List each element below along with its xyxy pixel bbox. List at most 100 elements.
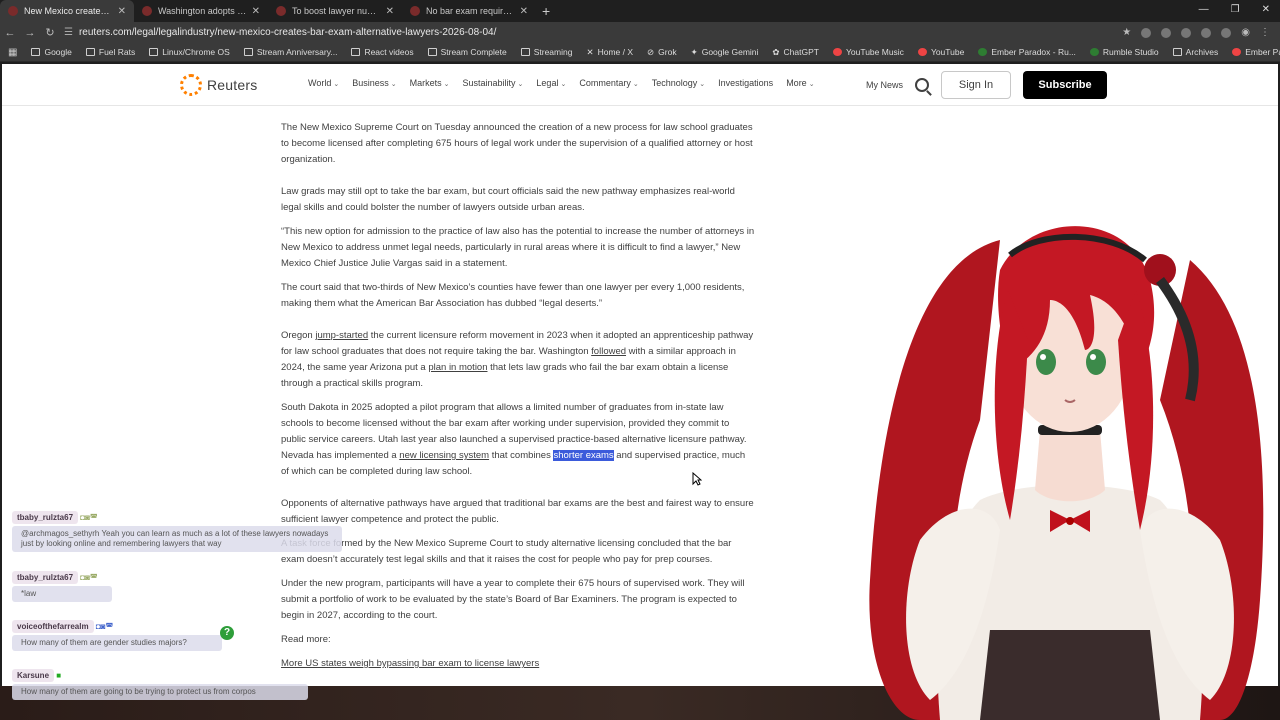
nav-business[interactable]: Business ⌄	[352, 78, 396, 88]
bookmark-item[interactable]: ✕ Home / X	[586, 47, 633, 58]
chevron-down-icon: ⌄	[443, 81, 450, 88]
read-more-link[interactable]: More US states weigh bypassing bar exam …	[281, 656, 755, 672]
forward-icon[interactable]: →	[20, 27, 40, 39]
bookmark-item[interactable]: Stream Complete	[427, 47, 507, 57]
grok-icon: ⊘	[647, 46, 655, 57]
bookmark-item[interactable]: Streaming	[520, 47, 572, 57]
bookmark-item[interactable]: Google	[31, 47, 72, 57]
chat-message: Karsune ■ How many of them are going to …	[12, 669, 308, 700]
chat-message: tbaby_rulzta67 ◘◙◚ *law	[12, 571, 112, 602]
bookmark-item[interactable]: YouTube	[917, 47, 964, 57]
close-tab-icon[interactable]: ✕	[252, 6, 260, 17]
minimize-icon[interactable]: —	[1199, 4, 1209, 15]
chevron-down-icon: ⌄	[333, 81, 340, 88]
tab-title: To boost lawyer numbers in 'le	[292, 6, 382, 16]
search-icon[interactable]	[915, 78, 930, 92]
bookmark-label: Home / X	[597, 47, 634, 57]
extension-icon[interactable]	[1201, 27, 1212, 38]
bookmark-label: Google Gemini	[701, 47, 759, 57]
close-tab-icon[interactable]: ✕	[520, 6, 528, 17]
extension-icon[interactable]	[1161, 27, 1172, 38]
bookmark-item[interactable]: Stream Anniversary...	[243, 47, 337, 57]
article-paragraph: Law grads may still opt to take the bar …	[281, 186, 735, 213]
mouse-cursor-icon	[692, 472, 702, 486]
extension-icon[interactable]	[1141, 27, 1152, 38]
folder-icon	[31, 48, 41, 56]
article-paragraph: Opponents of alternative pathways have a…	[281, 498, 754, 525]
reuters-favicon-icon	[276, 6, 286, 16]
reuters-logo[interactable]: Reuters	[180, 74, 257, 96]
nav-more[interactable]: More ⌄	[786, 78, 814, 88]
bookmark-item[interactable]: Archives	[1172, 47, 1218, 57]
bookmark-item[interactable]: Fuel Rats	[85, 47, 136, 57]
tab-active[interactable]: New Mexico creates bar e ✕	[0, 0, 134, 22]
read-more-label: Read more:	[281, 634, 331, 645]
chat-text: How many of them are gender studies majo…	[12, 635, 222, 651]
tab-title: New Mexico creates bar e	[24, 6, 114, 16]
chat-text: *law	[12, 586, 112, 602]
bookmark-item[interactable]: ✿ ChatGPT	[772, 47, 819, 58]
header-actions: My News Sign In Subscribe	[866, 71, 1108, 99]
bookmark-item[interactable]: ⊘ Grok	[647, 47, 677, 58]
nav-technology[interactable]: Technology ⌄	[652, 78, 705, 88]
folder-icon	[243, 48, 253, 56]
article-paragraph: Oregon jump-started the current licensur…	[281, 328, 755, 392]
bookmark-item[interactable]: Linux/Chrome OS	[149, 47, 230, 57]
bookmark-item[interactable]: Ember Paradox	[1232, 47, 1280, 57]
jump-started-link[interactable]: jump-started	[315, 330, 368, 341]
nav-label: More	[786, 78, 807, 88]
reuters-favicon-icon	[142, 6, 152, 16]
bookmark-star-icon[interactable]: ★	[1122, 27, 1131, 38]
extension-icon[interactable]	[1221, 27, 1232, 38]
nav-markets[interactable]: Markets ⌄	[410, 78, 450, 88]
reuters-favicon-icon	[8, 6, 18, 16]
my-news-link[interactable]: My News	[866, 80, 903, 90]
new-tab-icon[interactable]: +	[542, 3, 550, 19]
plan-in-motion-link[interactable]: plan in motion	[428, 362, 487, 373]
new-licensing-system-link[interactable]: new licensing system	[399, 450, 489, 461]
folder-icon	[85, 48, 95, 56]
bookmark-item[interactable]: React videos	[351, 47, 414, 57]
bookmark-item[interactable]: ✦ Google Gemini	[691, 47, 759, 58]
nav-legal[interactable]: Legal ⌄	[536, 78, 566, 88]
reload-icon[interactable]: ↻	[40, 26, 60, 39]
bookmark-item[interactable]: YouTube Music	[832, 47, 904, 57]
close-window-icon[interactable]: ✕	[1262, 4, 1270, 15]
nav-commentary[interactable]: Commentary ⌄	[579, 78, 638, 88]
tab[interactable]: Washington adopts new lawye ✕	[134, 0, 268, 22]
subscribe-button[interactable]: Subscribe	[1023, 71, 1108, 99]
bookmark-item[interactable]: Rumble Studio	[1089, 47, 1159, 57]
close-tab-icon[interactable]: ✕	[386, 6, 394, 17]
link-text[interactable]: More US states weigh bypassing bar exam …	[281, 658, 539, 669]
bookmark-item[interactable]: Ember Paradox - Ru...	[978, 47, 1076, 57]
tab[interactable]: No bar exam required to prac ✕	[402, 0, 536, 22]
bookmark-label: React videos	[364, 47, 414, 57]
bookmark-label: Fuel Rats	[98, 47, 136, 57]
maximize-icon[interactable]: ❐	[1231, 4, 1240, 15]
url-input[interactable]: reuters.com/legal/legalindustry/new-mexi…	[79, 27, 1122, 38]
close-tab-icon[interactable]: ✕	[118, 6, 126, 17]
tab-title: No bar exam required to prac	[426, 6, 516, 16]
chat-text: @archmagos_sethyrh Yeah you can learn as…	[12, 526, 342, 552]
site-header: Reuters World ⌄ Business ⌄ Markets ⌄ Sustai…	[2, 64, 1278, 106]
nav-sustainability[interactable]: Sustainability ⌄	[463, 78, 524, 88]
badge-icon: ◘◙◚	[93, 622, 114, 631]
followed-link[interactable]: followed	[591, 346, 626, 357]
profile-icon[interactable]: ◉	[1241, 27, 1250, 38]
badge-icon: ◘◙◚	[78, 513, 98, 522]
apps-grid-icon[interactable]: ▦	[8, 47, 17, 58]
rumble-icon	[978, 48, 988, 56]
back-icon[interactable]: ←	[0, 27, 20, 39]
tab[interactable]: To boost lawyer numbers in 'le ✕	[268, 0, 402, 22]
site-info-icon[interactable]: ☰	[64, 27, 73, 38]
selected-text[interactable]: shorter exams	[553, 450, 614, 461]
extension-icon[interactable]	[1181, 27, 1192, 38]
nav-label: Commentary	[579, 78, 631, 88]
nav-world[interactable]: World ⌄	[308, 78, 339, 88]
chevron-down-icon: ⌄	[517, 81, 524, 88]
nav-label: Investigations	[718, 78, 774, 88]
nav-investigations[interactable]: Investigations	[718, 78, 773, 88]
sign-in-button[interactable]: Sign In	[941, 71, 1012, 99]
menu-kebab-icon[interactable]: ⋮	[1260, 27, 1270, 38]
bookmark-label: Linux/Chrome OS	[162, 47, 230, 57]
